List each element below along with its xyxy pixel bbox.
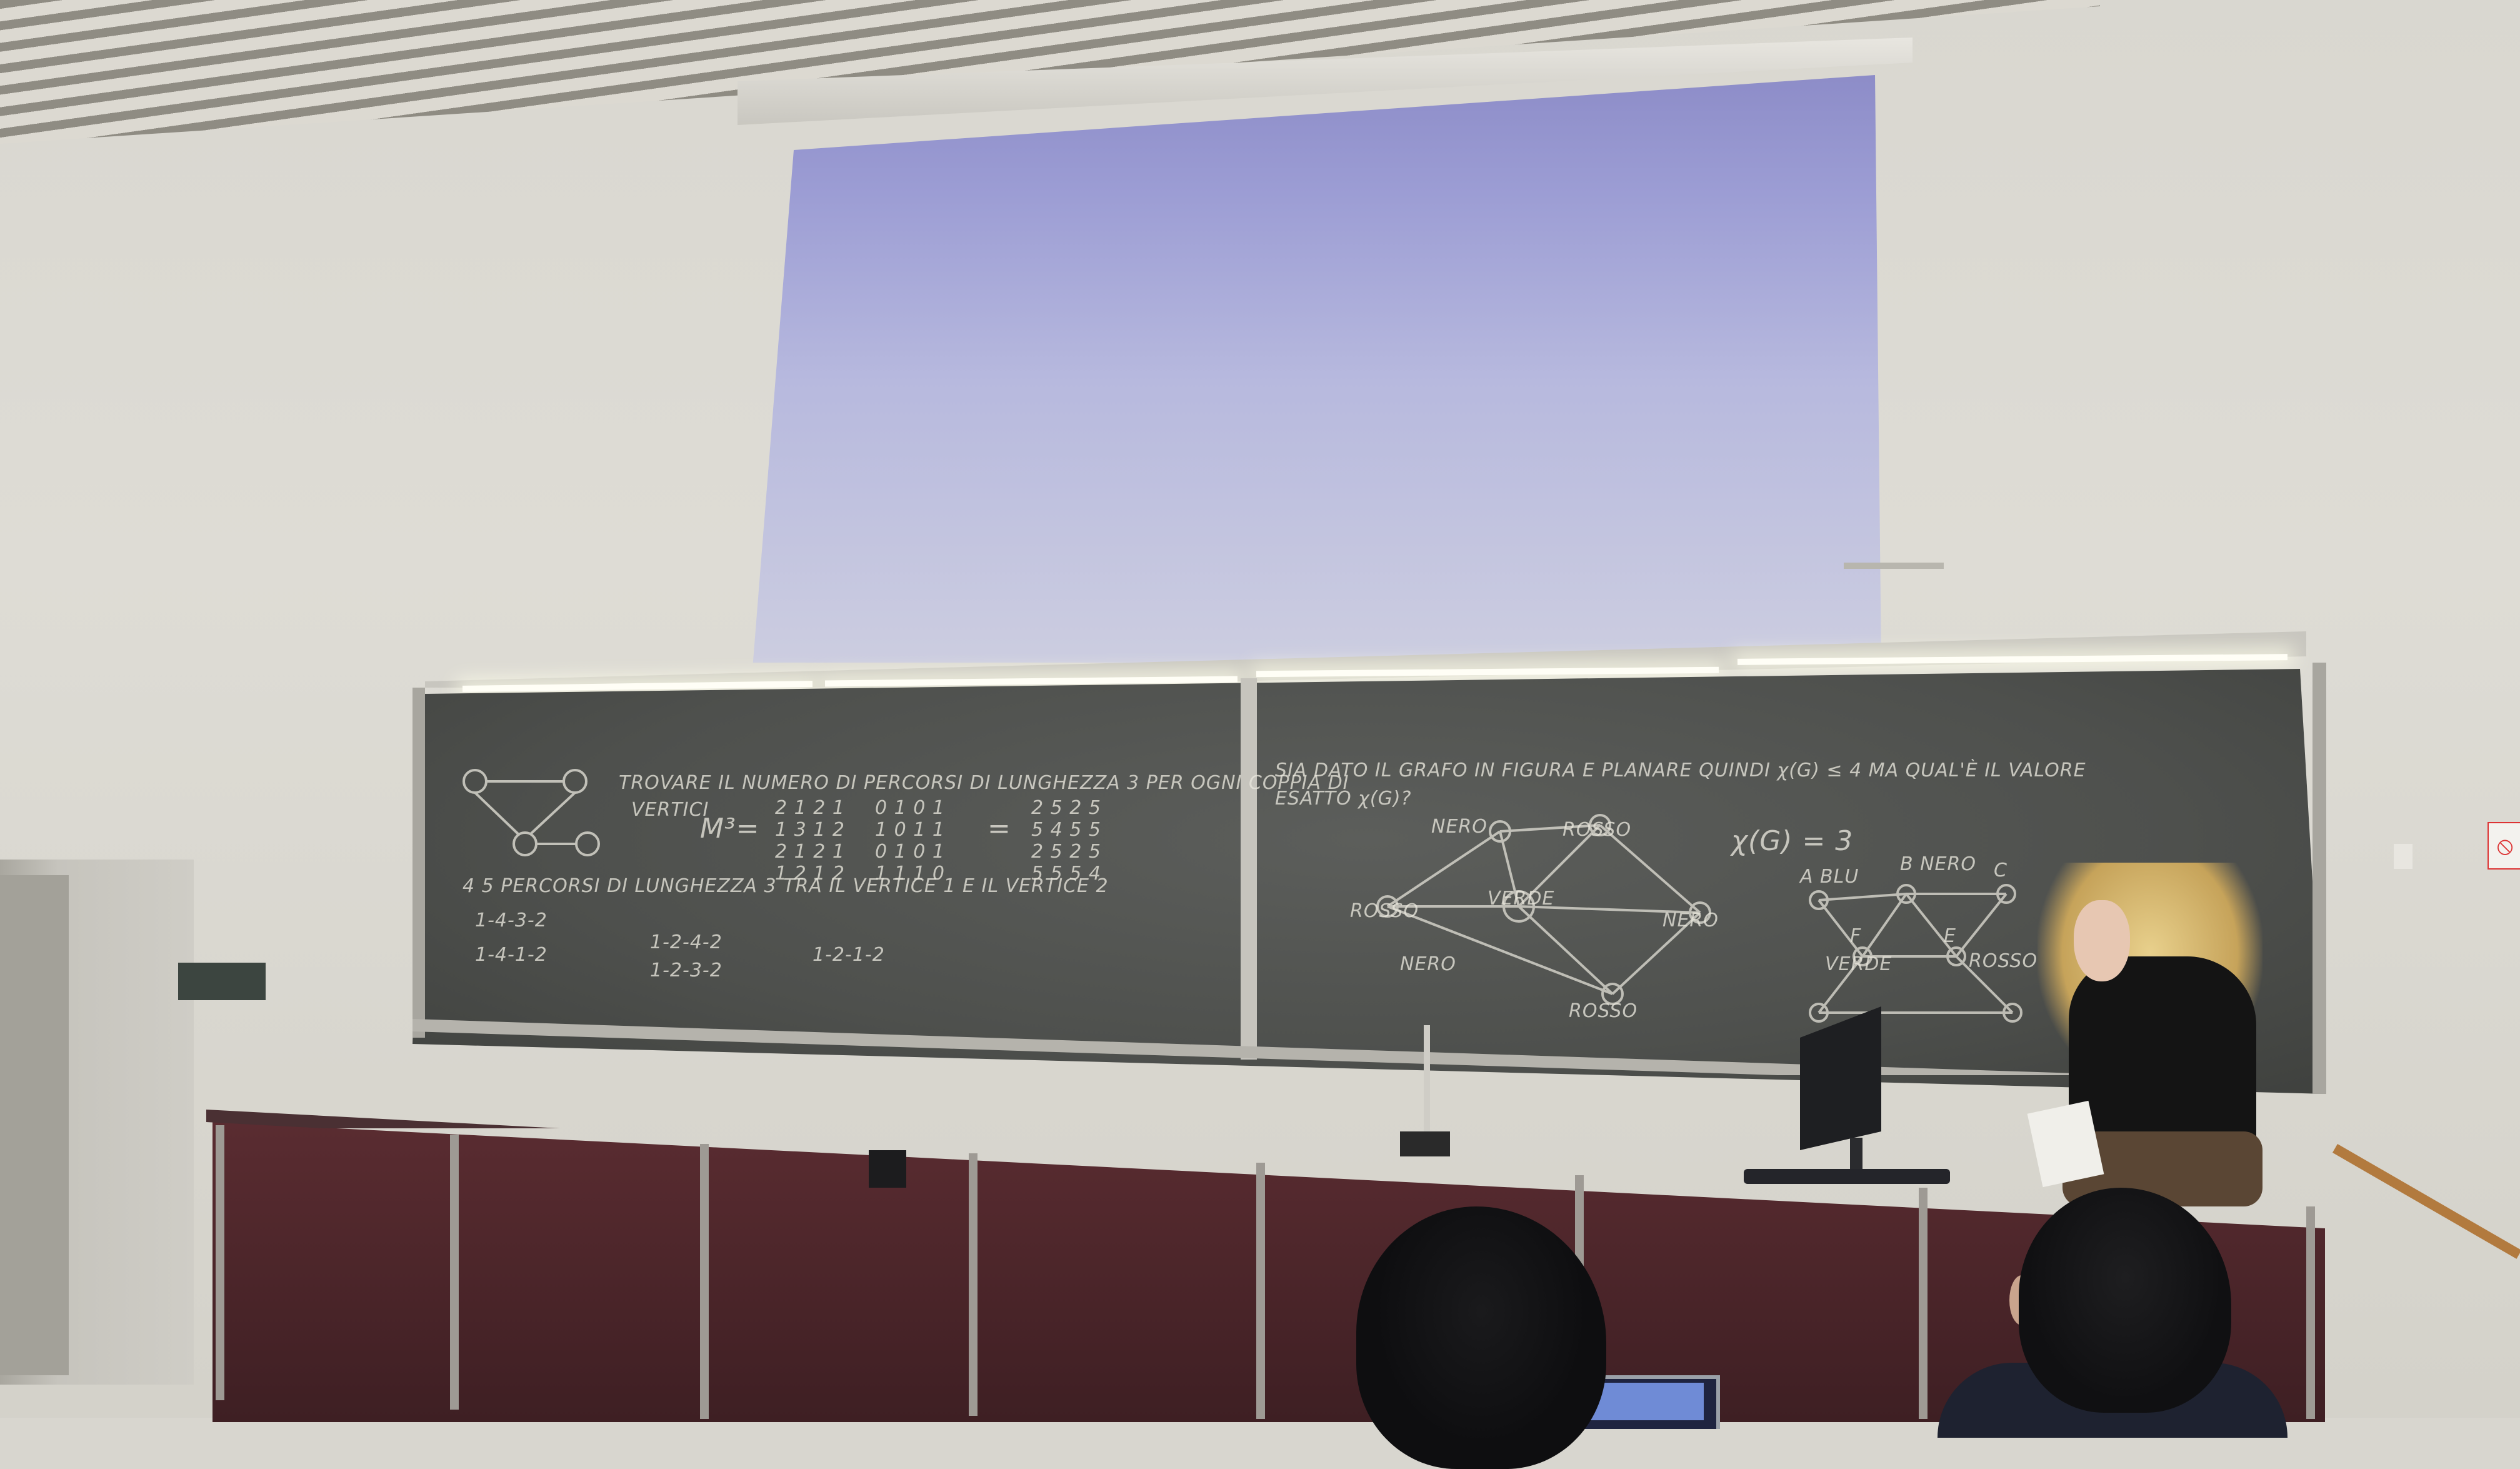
desk-post <box>450 1135 459 1410</box>
board-frame <box>412 688 425 1038</box>
graph-label: ROSSO <box>1350 900 1419 922</box>
graph-label: NERO <box>1431 816 1488 838</box>
matrix-c-row: 5 4 5 5 <box>1031 819 1101 841</box>
graph2-label: B NERO <box>1900 853 1976 875</box>
microphone-base <box>1400 1131 1450 1156</box>
matrix-a: 2 1 2 1 1 3 1 2 2 1 2 1 1 2 1 2 <box>775 797 845 885</box>
desk-post <box>216 1125 224 1400</box>
chalk-right-line1: SIA DATO IL GRAFO IN FIGURA E PLANARE QU… <box>1275 760 2086 781</box>
chalk-path: 1-2-1-2 <box>812 944 885 966</box>
desk-panel-connector <box>869 1150 906 1188</box>
chalk-path: 1-2-3-2 <box>650 960 722 981</box>
prohibition-sign-icon: ⦸ <box>2488 822 2520 870</box>
matrix-a-row: 1 3 1 2 <box>775 819 845 841</box>
chalk-left-line2: VERTICI <box>631 799 709 821</box>
chalk-path: 1-4-3-2 <box>475 910 548 931</box>
matrix-b: 0 1 0 1 1 0 1 1 0 1 0 1 1 1 1 0 <box>875 797 945 885</box>
graph-label: VERDE <box>1488 888 1555 910</box>
graph2-label: ROSSO <box>1969 950 2038 972</box>
wall-strip <box>1844 563 1944 569</box>
matrix-b-row: 0 1 0 1 <box>875 797 945 819</box>
board-divider <box>1241 678 1257 1060</box>
lecturer-face <box>2074 900 2130 981</box>
matrix-a-row: 2 1 2 1 <box>775 797 845 819</box>
wall-socket <box>178 963 266 1000</box>
graph2-label: A BLU <box>1800 866 1859 888</box>
chalk-right-line2: ESATTO χ(G)? <box>1275 788 1412 810</box>
graph-label: NERO <box>1662 910 1719 931</box>
graph2-label: C <box>1994 860 2008 881</box>
wall-bracket <box>2394 844 2412 869</box>
graph-label: ROSSO <box>1569 1000 1638 1022</box>
desk-post <box>1919 1188 1928 1419</box>
graph-label: ROSSO <box>1562 819 1632 841</box>
matrix-b-row: 1 0 1 1 <box>875 819 945 841</box>
keyboard <box>1744 1169 1950 1184</box>
matrix-b-row: 0 1 0 1 <box>875 841 945 863</box>
matrix-c-row: 2 5 2 5 <box>1031 841 1101 863</box>
microphone-stand <box>1424 1025 1430 1138</box>
desk-post <box>1256 1163 1265 1419</box>
matrix-a-row: 2 1 2 1 <box>775 841 845 863</box>
chalk-path: 1-4-1-2 <box>475 944 548 966</box>
desk-post <box>700 1144 709 1419</box>
matrix-c-row: 2 5 2 5 <box>1031 797 1101 819</box>
desk-post <box>2306 1206 2315 1419</box>
chalk-paths-note: 4 5 PERCORSI DI LUNGHEZZA 3 TRA IL VERTI… <box>462 875 1109 897</box>
chalk-left-line1: TROVARE IL NUMERO DI PERCORSI DI LUNGHEZ… <box>619 772 1349 794</box>
chalk-equals: = <box>988 813 1011 845</box>
chalk-path: 1-2-4-2 <box>650 931 722 953</box>
graph-sketch-left <box>462 769 600 856</box>
desk-post <box>969 1153 978 1416</box>
graph-label: NERO <box>1400 953 1456 975</box>
board-frame <box>2312 663 2326 1094</box>
cabinet-door <box>0 875 69 1375</box>
graph2-label: E <box>1944 925 1956 947</box>
chalk-matrix-label: M³= <box>700 813 760 845</box>
graph2-label: F <box>1850 925 1862 947</box>
matrix-c: 2 5 2 5 5 4 5 5 2 5 2 5 5 5 5 4 <box>1031 797 1101 885</box>
graph2-label: VERDE <box>1825 953 1892 975</box>
